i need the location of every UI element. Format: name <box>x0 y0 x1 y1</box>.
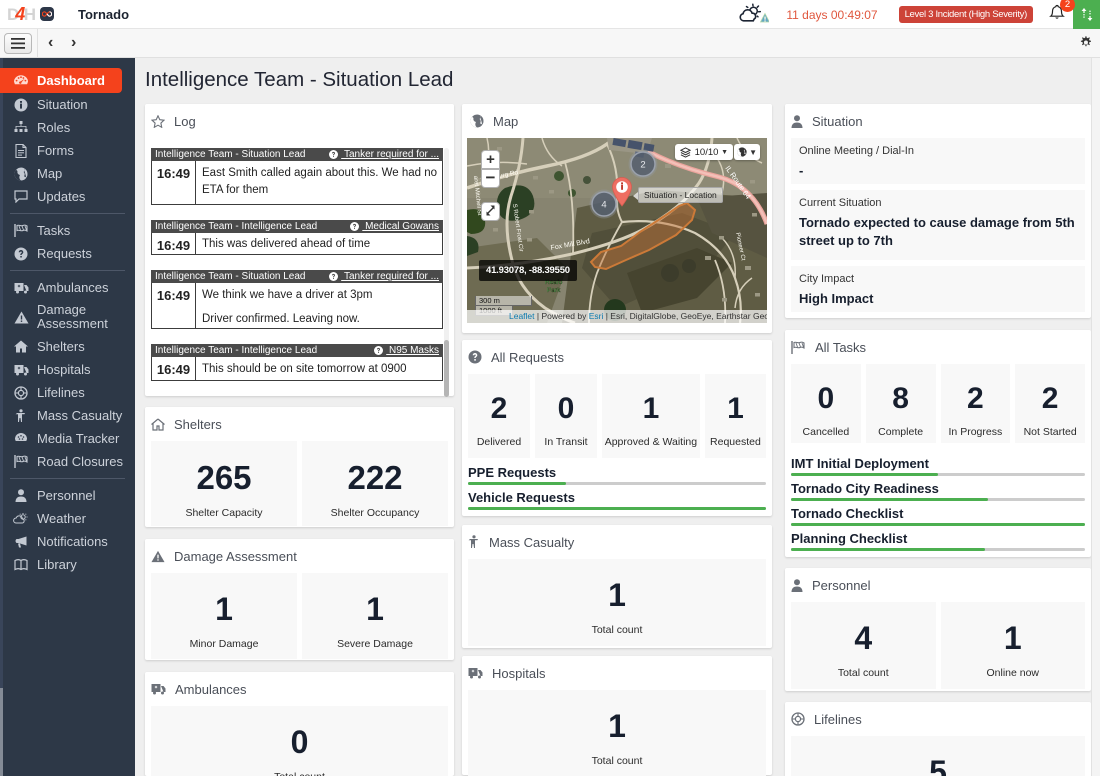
svg-text:2: 2 <box>640 160 645 171</box>
svg-text:Park: Park <box>547 287 561 294</box>
svg-text:4: 4 <box>601 200 606 211</box>
